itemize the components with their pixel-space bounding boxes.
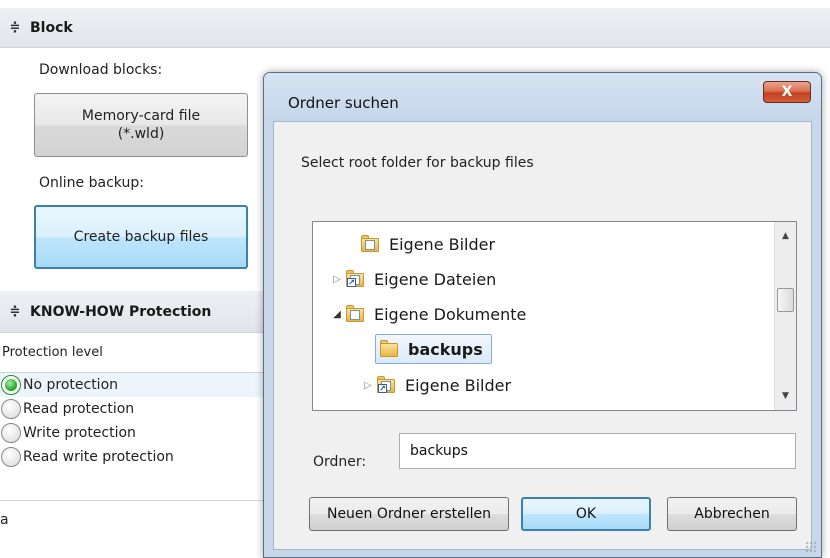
- resize-grip-icon[interactable]: [805, 541, 817, 553]
- radio-icon[interactable]: [1, 423, 21, 443]
- create-backup-files-button[interactable]: Create backup files: [34, 205, 248, 269]
- dialog-instruction: Select root folder for backup files: [301, 155, 534, 171]
- protection-level-table: Protection level No protection Read prot…: [0, 333, 270, 469]
- scroll-up-icon[interactable]: ▲: [775, 226, 796, 246]
- protection-option-label: Read write protection: [23, 449, 174, 465]
- collapse-chevron-icon[interactable]: ≑: [0, 304, 30, 319]
- expand-arrow-icon[interactable]: ▷: [330, 274, 344, 285]
- folder-icon: [380, 340, 400, 358]
- memory-card-button-line1: Memory-card file: [81, 108, 201, 124]
- divider: [0, 500, 270, 501]
- collapse-arrow-icon[interactable]: ◢: [330, 309, 344, 320]
- truncated-text: a: [0, 512, 9, 528]
- radio-icon[interactable]: [1, 399, 21, 419]
- tree-item-label: Eigene Bilder: [405, 375, 512, 395]
- tree-item[interactable]: ▷ ↗ Eigene Bilder: [361, 370, 511, 400]
- protection-option-label: Write protection: [23, 425, 136, 441]
- tree-item[interactable]: Eigene Bilder: [345, 229, 495, 259]
- collapse-chevron-icon[interactable]: ≑: [0, 20, 30, 35]
- documents-folder-icon: [346, 305, 366, 323]
- dialog-title: Ordner suchen: [288, 94, 399, 112]
- protection-option-write[interactable]: Write protection: [0, 421, 270, 445]
- tree-item-label: backups: [408, 339, 483, 359]
- close-button[interactable]: X: [763, 81, 811, 103]
- knowhow-section-title: KNOW-HOW Protection: [30, 303, 212, 320]
- scroll-down-icon[interactable]: ▼: [775, 386, 796, 406]
- block-section-title: Block: [30, 19, 73, 36]
- new-folder-button-label: Neuen Ordner erstellen: [326, 506, 492, 522]
- ok-button[interactable]: OK: [521, 497, 651, 531]
- protection-level-header: Protection level: [0, 333, 270, 373]
- protection-option-read-write[interactable]: Read write protection: [0, 445, 270, 469]
- scroll-thumb[interactable]: [777, 288, 794, 312]
- cancel-button-label: Abbrechen: [694, 506, 770, 522]
- folder-tree[interactable]: Eigene Bilder ▷ ↗ Eigene Dateien ◢ Eigen…: [312, 221, 797, 411]
- tree-item-label: Eigene Dateien: [374, 269, 497, 289]
- tree-item-label: Eigene Dokumente: [374, 304, 527, 324]
- tree-item[interactable]: ▷ ↗ Eigene Dateien: [330, 264, 496, 294]
- online-backup-label: Online backup:: [39, 175, 144, 191]
- create-backup-button-label: Create backup files: [73, 229, 209, 245]
- protection-option-read[interactable]: Read protection: [0, 397, 270, 421]
- expand-arrow-icon[interactable]: ▷: [361, 380, 375, 391]
- ok-button-label: OK: [575, 506, 597, 522]
- tree-item[interactable]: ◢ Eigene Dokumente: [330, 299, 526, 329]
- selected-item-highlight: backups: [375, 334, 492, 364]
- close-icon: X: [781, 84, 793, 100]
- protection-option-label: No protection: [23, 377, 119, 393]
- memory-card-button-line2: (*.wld): [117, 126, 165, 142]
- protection-option-label: Read protection: [23, 401, 135, 417]
- shortcut-folder-icon: ↗: [346, 270, 366, 288]
- tree-item-selected[interactable]: backups: [375, 334, 492, 364]
- memory-card-file-button[interactable]: Memory-card file (*.wld): [34, 93, 248, 157]
- knowhow-section-header[interactable]: ≑ KNOW-HOW Protection: [0, 291, 270, 333]
- dialog-titlebar[interactable]: Ordner suchen X: [264, 73, 821, 121]
- new-folder-button[interactable]: Neuen Ordner erstellen: [309, 497, 509, 531]
- cancel-button[interactable]: Abbrechen: [667, 497, 797, 531]
- download-blocks-label: Download blocks:: [39, 62, 163, 78]
- folder-field[interactable]: backups: [399, 433, 796, 469]
- pictures-folder-icon: [361, 235, 381, 253]
- folder-label: Ordner:: [313, 454, 367, 470]
- block-section-header[interactable]: ≑ Block: [0, 8, 830, 48]
- browse-folder-dialog: Ordner suchen X Select root folder for b…: [263, 72, 822, 558]
- radio-selected-icon[interactable]: [1, 375, 21, 395]
- tree-scrollbar[interactable]: ▲ ▼: [774, 222, 796, 410]
- protection-option-none[interactable]: No protection: [0, 373, 270, 397]
- radio-icon[interactable]: [1, 447, 21, 467]
- shortcut-folder-icon: ↗: [377, 376, 397, 394]
- tree-item-label: Eigene Bilder: [389, 234, 496, 254]
